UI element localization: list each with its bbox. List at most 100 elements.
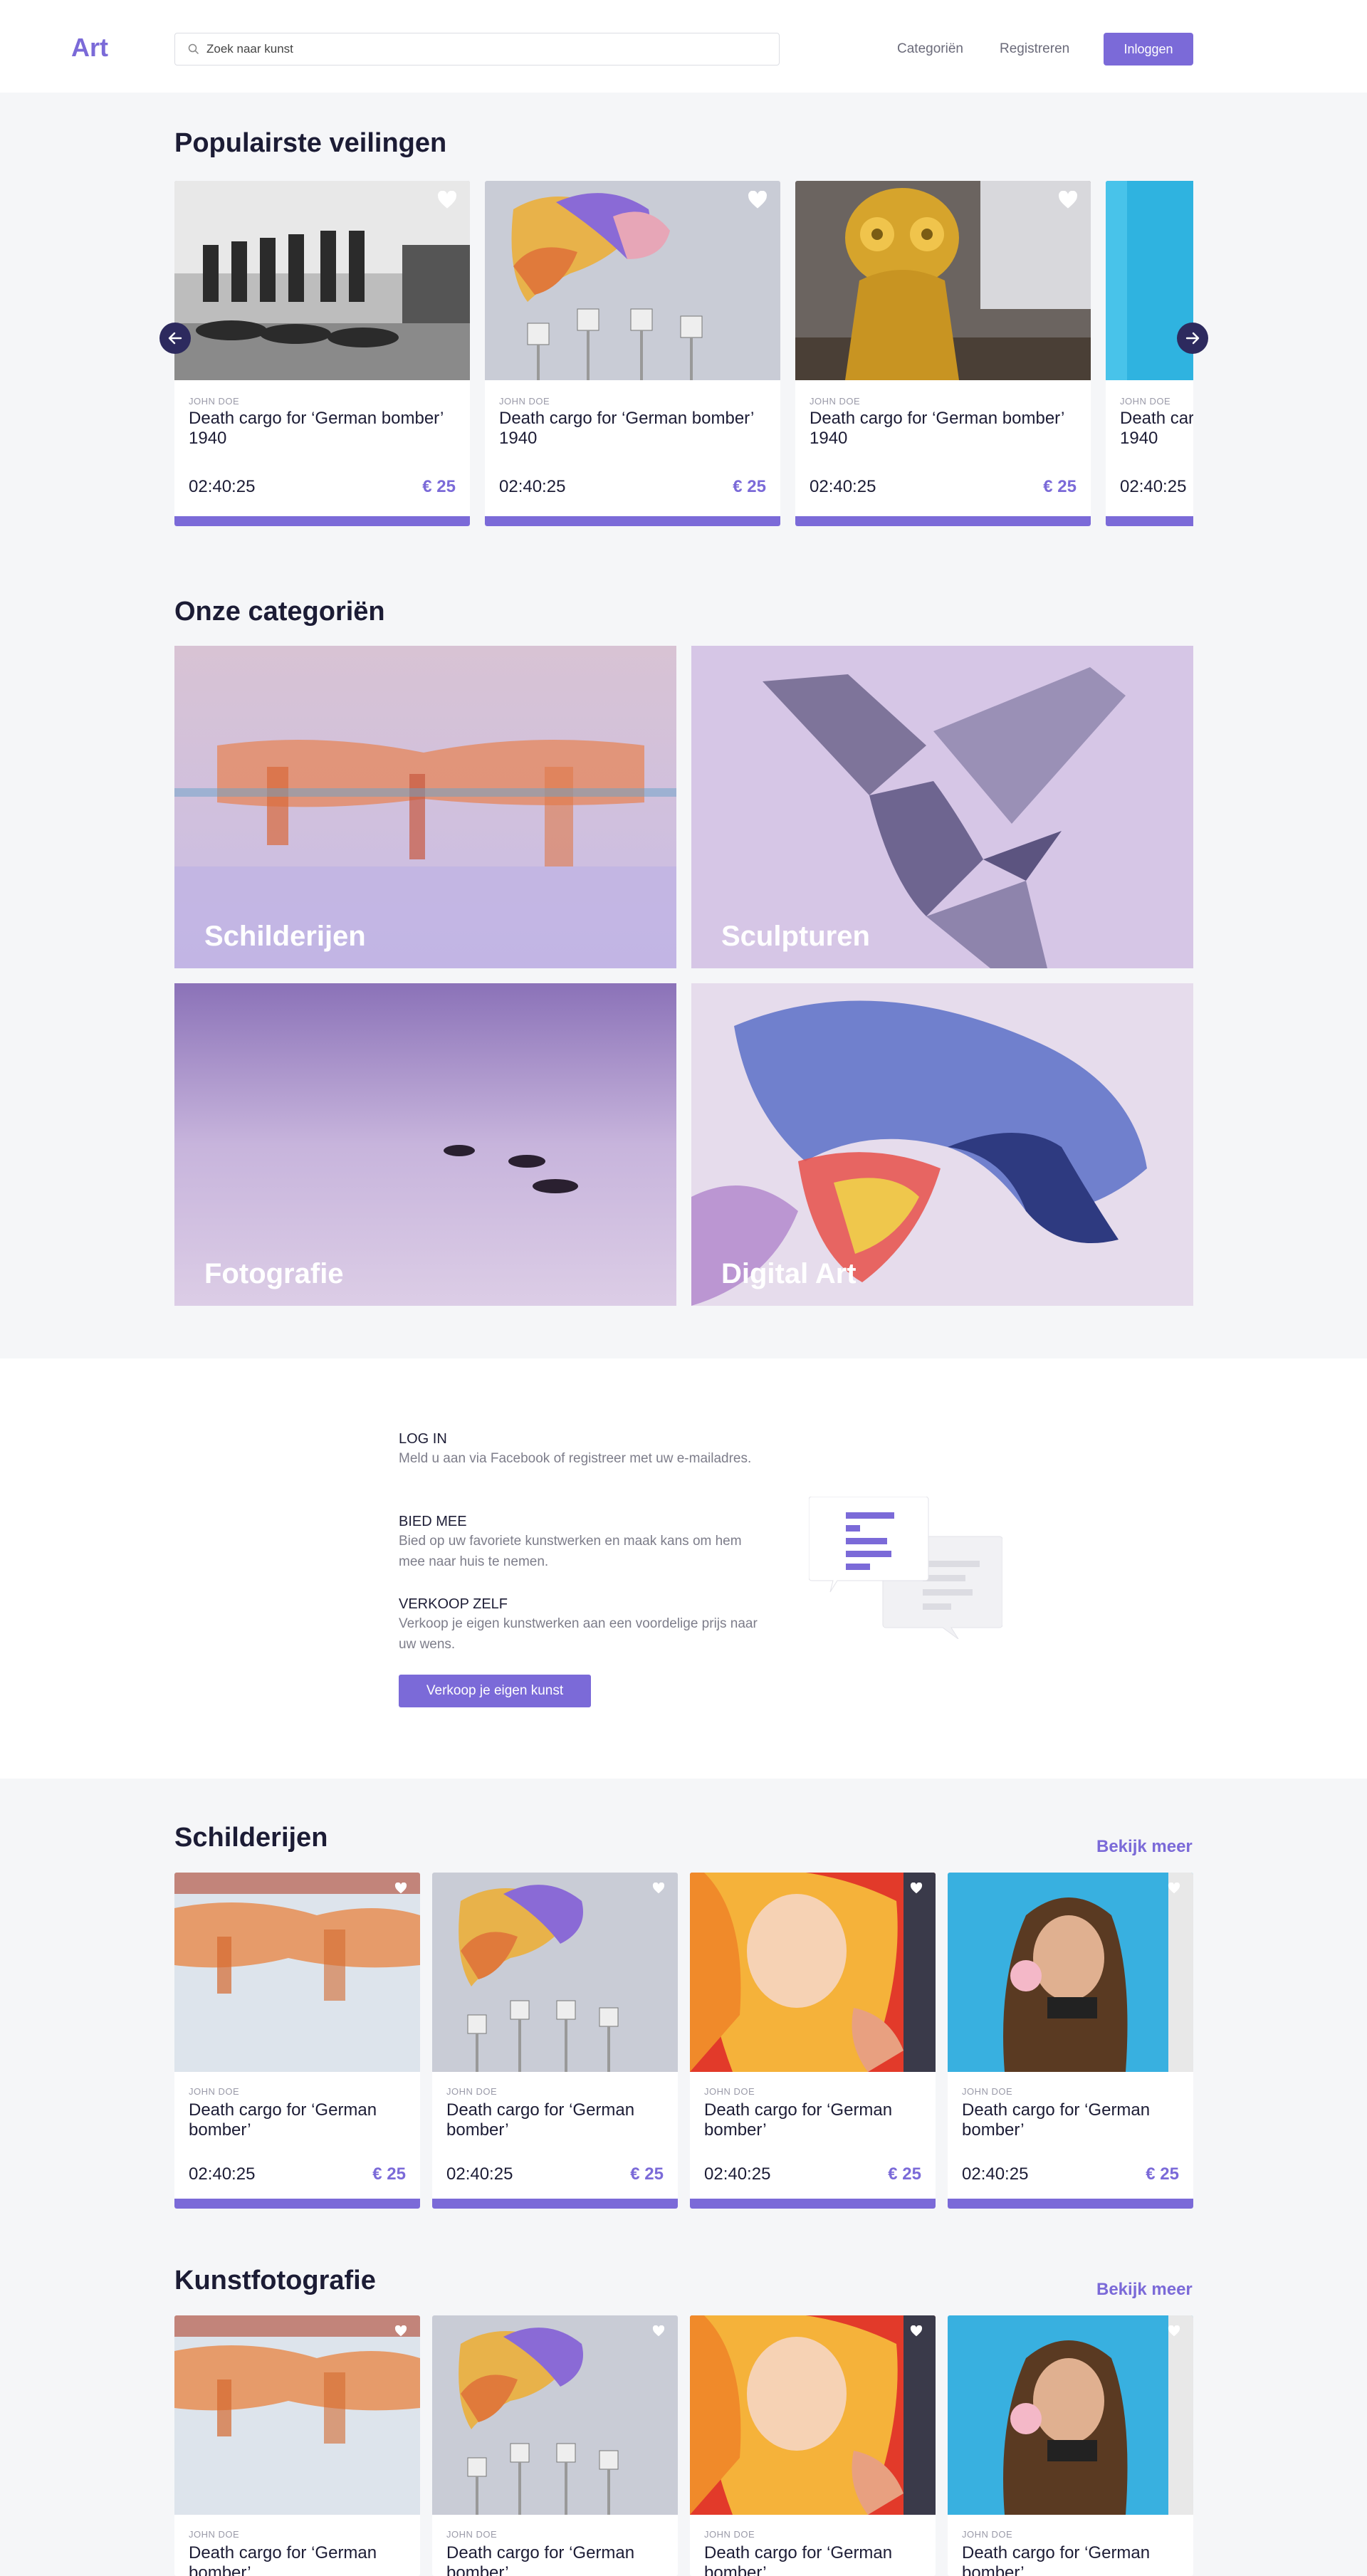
heart-icon[interactable] — [437, 191, 457, 209]
card-title: Death cargo for ‘German bomber’ — [189, 2100, 377, 2140]
painting-card[interactable]: JOHN DOE Death cargo for ‘German bomber’… — [432, 1873, 678, 2209]
heart-icon[interactable] — [910, 2325, 923, 2337]
card-artist: JOHN DOE — [189, 396, 240, 407]
card-bar — [174, 2199, 420, 2209]
auction-card[interactable]: JOHN DOE Death cargo for ‘German bomber’… — [795, 181, 1091, 526]
category-label: Fotografie — [204, 1258, 344, 1289]
photography-card[interactable]: JOHN DOE Death cargo for ‘German bomber’ — [432, 2315, 678, 2576]
paintings-more-link[interactable]: Bekijk meer — [1096, 1837, 1193, 1857]
card-time: 02:40:25 — [962, 2164, 1029, 2184]
category-label: Schilderijen — [204, 921, 366, 952]
card-artist: JOHN DOE — [704, 2086, 755, 2097]
card-title: Death cargo for ‘German bomber’ 1940 — [499, 409, 754, 448]
carousel-prev-button[interactable] — [159, 323, 191, 354]
card-title: Death cargo for ‘German bomber’ — [446, 2543, 635, 2576]
category-label: Sculpturen — [721, 921, 870, 952]
photography-card[interactable]: JOHN DOE Death cargo for ‘German bomber’ — [948, 2315, 1193, 2576]
card-bar — [485, 516, 780, 526]
card-artist: JOHN DOE — [810, 396, 861, 407]
card-artist: JOHN DOE — [704, 2529, 755, 2540]
card-image — [690, 1873, 936, 2072]
step-text: Verkoop je eigen kunstwerken aan een voo… — [399, 1616, 758, 1652]
card-title: Death cargo for ‘German bomber’ — [704, 2100, 893, 2140]
category-tile-digital-art[interactable]: Digital Art — [691, 983, 1193, 1306]
card-artist: JOHN DOE — [189, 2086, 240, 2097]
card-title: Death cargo for ‘German bomber’ — [962, 2543, 1151, 2576]
card-artist: JOHN DOE — [1120, 396, 1171, 407]
paintings-title: Schilderijen — [174, 1823, 328, 1853]
card-time: 02:40:25 — [446, 2164, 513, 2184]
heart-icon[interactable] — [652, 1883, 665, 1894]
painting-card[interactable]: JOHN DOE Death cargo for ‘German bomber’… — [948, 1873, 1193, 2209]
heart-icon[interactable] — [1058, 191, 1078, 209]
card-image — [1106, 181, 1193, 380]
card-artist: JOHN DOE — [962, 2529, 1013, 2540]
card-title: Death cargo for ‘German bomber’ — [189, 2543, 377, 2576]
card-image — [174, 2315, 420, 2515]
card-title: Death cargo for ‘German bomber’ — [446, 2100, 635, 2140]
card-artist: JOHN DOE — [189, 2529, 240, 2540]
logo[interactable]: Art — [71, 33, 108, 63]
card-title: Death cargo for ‘German bomber’ 1940 — [189, 409, 444, 448]
card-price: € 25 — [422, 477, 456, 496]
auction-card[interactable]: JOHN DOE Death cargo for ‘German bomber’… — [485, 181, 780, 526]
card-image — [432, 1873, 678, 2072]
step-title: LOG IN — [399, 1431, 447, 1447]
step-title: VERKOOP ZELF — [399, 1596, 508, 1612]
card-bar — [174, 516, 470, 526]
card-image — [174, 1873, 420, 2072]
popular-title: Populairste veilingen — [174, 128, 447, 158]
card-time: 02:40:25 — [1120, 477, 1187, 496]
login-button[interactable]: Inloggen — [1104, 33, 1193, 66]
card-image — [432, 2315, 678, 2515]
card-price: € 25 — [372, 2164, 406, 2184]
card-time: 02:40:25 — [810, 477, 876, 496]
arrow-right-icon — [1185, 332, 1200, 345]
category-tile-sculptures[interactable]: Sculpturen — [691, 646, 1193, 968]
carousel-next-button[interactable] — [1177, 323, 1208, 354]
card-image — [690, 2315, 936, 2515]
auction-card[interactable]: JOHN DOE Death cargo for ‘German bomber’… — [1106, 181, 1193, 526]
card-bar — [795, 516, 1091, 526]
heart-icon[interactable] — [394, 2325, 407, 2337]
card-artist: JOHN DOE — [962, 2086, 1013, 2097]
photography-card[interactable]: JOHN DOE Death cargo for ‘German bomber’ — [690, 2315, 936, 2576]
category-tile-photography[interactable]: Fotografie — [174, 983, 676, 1306]
heart-icon[interactable] — [394, 1883, 407, 1894]
card-bar — [1106, 516, 1193, 526]
heart-icon[interactable] — [652, 2325, 665, 2337]
photography-card[interactable]: JOHN DOE Death cargo for ‘German bomber’ — [174, 2315, 420, 2576]
search-input[interactable] — [206, 33, 762, 65]
nav-categories[interactable]: Categoriën — [897, 41, 963, 57]
popular-carousel: JOHN DOE Death cargo for ‘German bomber’… — [174, 181, 1193, 526]
heart-icon[interactable] — [1168, 2325, 1180, 2337]
heart-icon[interactable] — [748, 191, 768, 209]
card-price: € 25 — [1043, 477, 1077, 496]
card-image — [795, 181, 1091, 380]
card-price: € 25 — [888, 2164, 921, 2184]
painting-card[interactable]: JOHN DOE Death cargo for ‘German bomber’… — [690, 1873, 936, 2209]
card-time: 02:40:25 — [499, 477, 566, 496]
how-it-works-section: LOG IN Meld u aan via Facebook of regist… — [0, 1358, 1367, 1779]
step-text: Bied op uw favoriete kunstwerken en maak… — [399, 1534, 742, 1569]
step-title: BIED MEE — [399, 1514, 467, 1529]
auction-card[interactable]: JOHN DOE Death cargo for ‘German bomber’… — [174, 181, 470, 526]
heart-icon[interactable] — [910, 1883, 923, 1894]
card-artist: JOHN DOE — [499, 396, 550, 407]
category-label: Digital Art — [721, 1258, 857, 1289]
sell-art-button[interactable]: Verkoop je eigen kunst — [399, 1675, 591, 1707]
photography-more-link[interactable]: Bekijk meer — [1096, 2280, 1193, 2300]
card-title: Death cargo for ‘German bomber’ 1940 — [1120, 409, 1193, 448]
card-artist: JOHN DOE — [446, 2086, 498, 2097]
search-box[interactable] — [174, 33, 780, 66]
card-title: Death cargo for ‘German bomber’ — [704, 2543, 893, 2576]
card-image — [485, 181, 780, 380]
nav-register[interactable]: Registreren — [1000, 41, 1069, 57]
card-image — [948, 2315, 1193, 2515]
card-price: € 25 — [630, 2164, 664, 2184]
card-time: 02:40:25 — [189, 477, 256, 496]
categories-title: Onze categoriën — [174, 597, 385, 627]
category-tile-paintings[interactable]: Schilderijen — [174, 646, 676, 968]
painting-card[interactable]: JOHN DOE Death cargo for ‘German bomber’… — [174, 1873, 420, 2209]
heart-icon[interactable] — [1168, 1883, 1180, 1894]
